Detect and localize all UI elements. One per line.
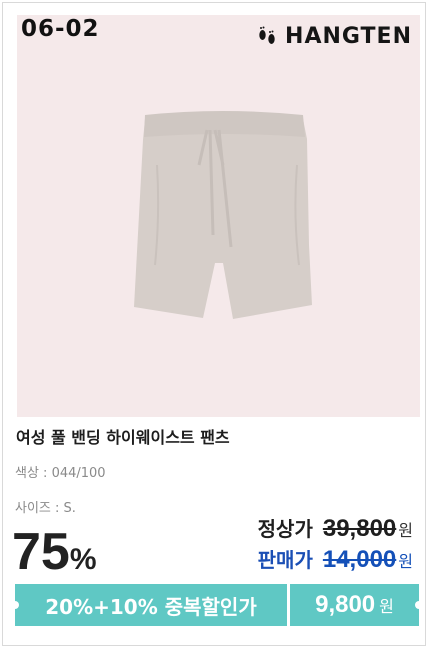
- regular-price-label: 정상가: [257, 517, 313, 541]
- discount-percent-symbol: %: [69, 543, 97, 576]
- ticket-notch-left: [11, 601, 19, 609]
- final-price-currency: 원: [379, 597, 394, 616]
- product-image[interactable]: 06-02 HANGTEN: [17, 15, 420, 417]
- discount-percent: 75: [12, 523, 70, 581]
- sale-price-currency: 원: [398, 552, 413, 571]
- shorts-illustration: [134, 111, 312, 319]
- final-price: 9,800: [315, 591, 376, 618]
- color-info: 색상 : 044/100: [15, 466, 106, 481]
- regular-price: 39,800: [322, 515, 397, 542]
- ticket-notch-right: [415, 601, 423, 609]
- coupon-banner-text: 20%+10% 중복할인가: [15, 584, 287, 626]
- regular-price-row: 정상가 39,800 원: [258, 513, 413, 543]
- product-card[interactable]: 06-02 HANGTEN 여성 풀 밴딩 하이웨이스트 팬츠 색상 : 044…: [2, 2, 426, 646]
- coupon-banner[interactable]: 20%+10% 중복할인가 9,800 원: [11, 584, 423, 626]
- sale-price: 14,000: [322, 546, 397, 573]
- regular-price-currency: 원: [398, 521, 413, 540]
- discount-rate: 75%: [12, 526, 97, 578]
- sale-price-label: 판매가: [257, 548, 313, 572]
- product-title[interactable]: 여성 풀 밴딩 하이웨이스트 팬츠: [16, 424, 230, 448]
- final-price-box: 9,800 원: [290, 584, 419, 626]
- size-info: 사이즈 : S.: [15, 501, 76, 516]
- sale-price-row: 판매가 14,000 원: [258, 544, 413, 574]
